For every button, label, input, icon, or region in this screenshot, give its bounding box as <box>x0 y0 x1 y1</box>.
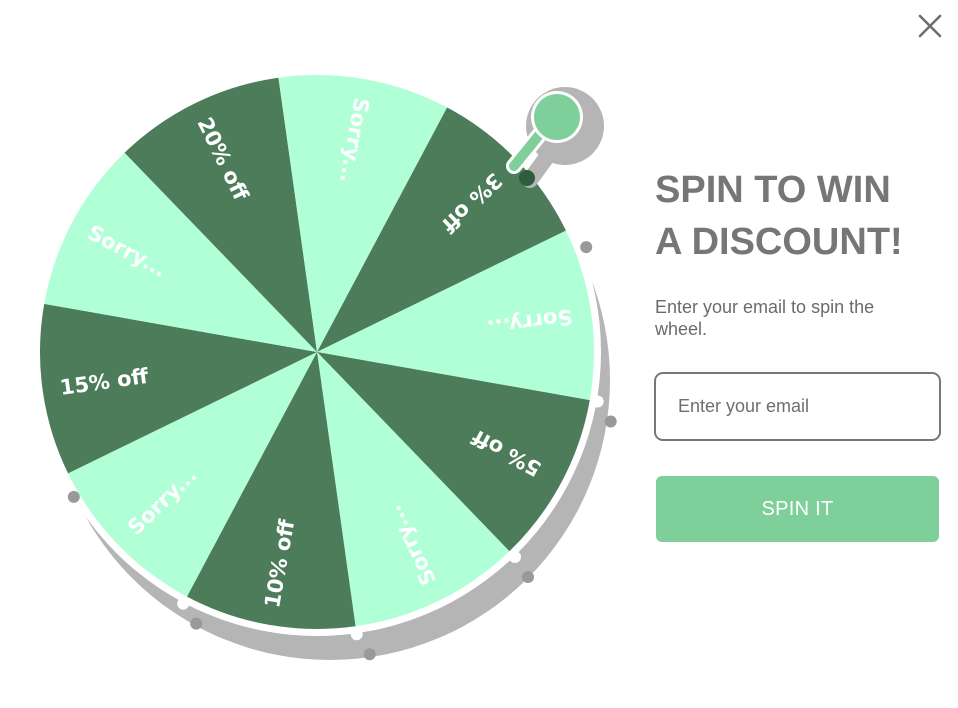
wheel-peg-shadow <box>580 241 593 254</box>
wheel-peg-shadow <box>67 490 80 503</box>
popup-title: SPIN TO WIN A DISCOUNT! <box>655 164 955 268</box>
wheel-peg-shadow <box>604 415 617 428</box>
wheel-peg <box>54 470 67 483</box>
wheel-peg <box>567 221 580 234</box>
wheel-pointer <box>506 87 604 188</box>
title-line-2: A DISCOUNT! <box>655 221 903 263</box>
email-input[interactable] <box>654 372 941 441</box>
wheel-peg <box>509 551 521 563</box>
wheel-peg <box>591 395 604 408</box>
wheel-peg-shadow <box>522 571 534 583</box>
wheel-peg-shadow <box>190 617 203 630</box>
wheel-peg <box>350 628 363 641</box>
title-line-1: SPIN TO WIN <box>655 169 891 211</box>
prize-wheel: 3% offSorry...5% offSorry...10% offSorry… <box>33 68 617 661</box>
spin-button[interactable]: SPIN IT <box>656 476 939 542</box>
close-icon[interactable] <box>914 10 946 42</box>
wheel-peg <box>177 597 190 610</box>
wheel-peg-shadow <box>363 648 376 661</box>
popup-subtitle: Enter your email to spin the wheel. <box>655 297 875 339</box>
